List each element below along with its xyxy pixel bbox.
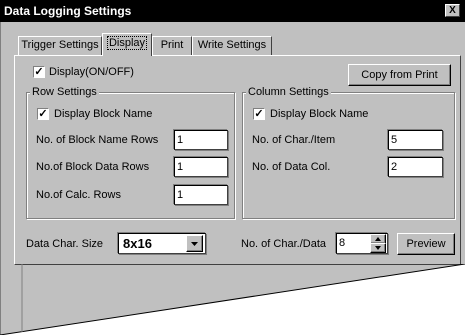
column-display-block-name-checkbox[interactable]: ✓: [253, 108, 265, 120]
tab-write-settings[interactable]: Write Settings: [192, 36, 272, 55]
data-char-size-label: Data Char. Size: [26, 238, 104, 250]
row-settings-title: Row Settings: [30, 86, 99, 98]
calc-rows-label: No.of Calc. Rows: [36, 189, 121, 201]
window-title: Data Logging Settings: [4, 4, 132, 18]
row-display-block-name-checkbox[interactable]: ✓: [37, 108, 49, 120]
dialog-cut-edge: [0, 264, 465, 335]
column-display-block-name-label: Display Block Name: [270, 108, 369, 120]
data-char-size-value: 8x16: [123, 236, 152, 251]
char-per-data-spinner[interactable]: [370, 234, 386, 253]
data-col-label: No. of Data Col.: [252, 161, 331, 173]
char-per-item-input[interactable]: 5: [388, 130, 443, 150]
display-onoff-checkbox[interactable]: ✓: [33, 66, 45, 78]
tab-label: Print: [160, 39, 184, 51]
close-button[interactable]: X: [445, 4, 460, 17]
preview-button[interactable]: Preview: [397, 233, 455, 255]
arrow-down-icon: [375, 246, 381, 250]
tab-display[interactable]: Display: [102, 33, 152, 56]
display-onoff-label: Display(ON/OFF): [49, 66, 134, 78]
data-char-size-dropdown-button[interactable]: [186, 235, 203, 252]
column-settings-title: Column Settings: [246, 86, 331, 98]
preview-button-label: Preview: [406, 238, 446, 250]
window-titlebar: Data Logging Settings: [0, 0, 465, 22]
data-col-input[interactable]: 2: [388, 157, 443, 177]
char-per-data-value: 8: [339, 237, 346, 249]
spinner-down-button[interactable]: [370, 243, 386, 253]
checkmark-icon: ✓: [254, 108, 264, 120]
checkmark-icon: ✓: [38, 108, 48, 120]
tab-label: Display: [106, 36, 148, 50]
calc-rows-input[interactable]: 1: [174, 185, 228, 205]
block-name-rows-input[interactable]: 1: [174, 130, 228, 150]
tab-print[interactable]: Print: [152, 36, 192, 55]
char-per-data-label: No. of Char./Data: [241, 238, 326, 250]
block-data-rows-input[interactable]: 1: [174, 157, 228, 177]
tab-label: Trigger Settings: [21, 39, 99, 51]
char-per-item-label: No. of Char./Item: [252, 134, 336, 146]
block-data-rows-label: No.of Block Data Rows: [36, 161, 150, 173]
tab-trigger-settings[interactable]: Trigger Settings: [18, 36, 102, 55]
close-icon: X: [449, 5, 456, 16]
checkmark-icon: ✓: [34, 66, 44, 78]
chevron-down-icon: [191, 242, 198, 246]
block-name-rows-label: No. of Block Name Rows: [36, 134, 159, 146]
row-display-block-name-label: Display Block Name: [54, 108, 153, 120]
arrow-up-icon: [375, 237, 381, 241]
copy-from-print-button[interactable]: Copy from Print: [348, 64, 451, 86]
copy-from-print-label: Copy from Print: [361, 69, 438, 81]
tab-label: Write Settings: [197, 39, 267, 51]
